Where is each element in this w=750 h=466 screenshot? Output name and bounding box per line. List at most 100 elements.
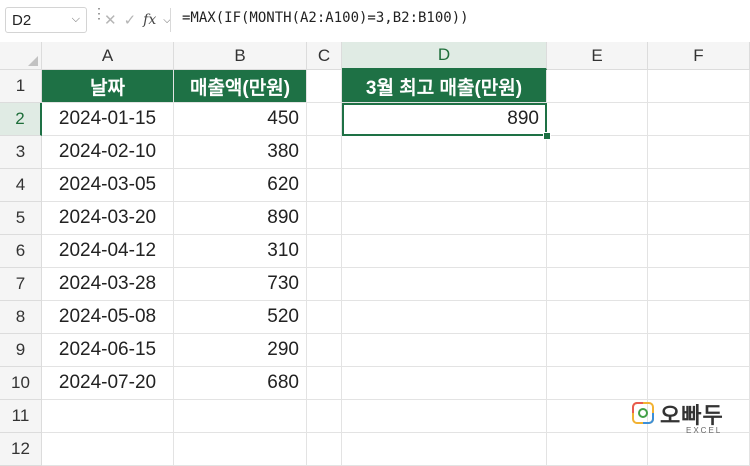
formula-input[interactable]: =MAX(IF(MONTH(A2:A100)=3,B2:B100)) xyxy=(182,10,469,26)
cell-a2[interactable]: 2024-01-15 xyxy=(42,103,174,136)
cell-b8[interactable]: 520 xyxy=(174,301,307,334)
cell-d7[interactable] xyxy=(342,268,547,301)
column-header-d[interactable]: D xyxy=(342,42,547,70)
cell-b2[interactable]: 450 xyxy=(174,103,307,136)
cell-e6[interactable] xyxy=(547,235,648,268)
cell-a7[interactable]: 2024-03-28 xyxy=(42,268,174,301)
cell-f1[interactable] xyxy=(648,70,750,103)
row-header-10[interactable]: 10 xyxy=(0,367,42,400)
row-header-8[interactable]: 8 xyxy=(0,301,42,334)
cell-b6[interactable]: 310 xyxy=(174,235,307,268)
cell-a8[interactable]: 2024-05-08 xyxy=(42,301,174,334)
cell-a1[interactable]: 날짜 xyxy=(42,70,174,103)
cell-a9[interactable]: 2024-06-15 xyxy=(42,334,174,367)
row-header-12[interactable]: 12 xyxy=(0,433,42,466)
cell-e10[interactable] xyxy=(547,367,648,400)
cell-a10[interactable]: 2024-07-20 xyxy=(42,367,174,400)
row-header-7[interactable]: 7 xyxy=(0,268,42,301)
column-header-e[interactable]: E xyxy=(547,42,648,70)
cell-d3[interactable] xyxy=(342,136,547,169)
cell-f5[interactable] xyxy=(648,202,750,235)
cell-d4[interactable] xyxy=(342,169,547,202)
name-box-value: D2 xyxy=(12,12,32,29)
cell-e9[interactable] xyxy=(547,334,648,367)
cell-e2[interactable] xyxy=(547,103,648,136)
logo-sub: EXCEL xyxy=(686,426,723,435)
cell-c8[interactable] xyxy=(307,301,342,334)
cell-c12[interactable] xyxy=(307,433,342,466)
cell-a4[interactable]: 2024-03-05 xyxy=(42,169,174,202)
row-header-6[interactable]: 6 xyxy=(0,235,42,268)
cell-f3[interactable] xyxy=(648,136,750,169)
cell-f10[interactable] xyxy=(648,367,750,400)
cell-d5[interactable] xyxy=(342,202,547,235)
cell-b5[interactable]: 890 xyxy=(174,202,307,235)
cell-e7[interactable] xyxy=(547,268,648,301)
formula-bar-area: D2 ⌵ ⋮ ✕ ✓ fx ⌵ =MAX(IF(MONTH(A2:A100)=3… xyxy=(0,0,750,40)
insert-function-icon[interactable]: fx xyxy=(143,12,156,28)
column-header-a[interactable]: A xyxy=(42,42,174,70)
cell-e8[interactable] xyxy=(547,301,648,334)
cell-a6[interactable]: 2024-04-12 xyxy=(42,235,174,268)
cell-c2[interactable] xyxy=(307,103,342,136)
cell-c11[interactable] xyxy=(307,400,342,433)
chevron-down-icon[interactable]: ⌵ xyxy=(72,13,80,26)
cell-b12[interactable] xyxy=(174,433,307,466)
row-header-5[interactable]: 5 xyxy=(0,202,42,235)
cell-c3[interactable] xyxy=(307,136,342,169)
cell-b11[interactable] xyxy=(174,400,307,433)
row-header-2[interactable]: 2 xyxy=(0,103,42,136)
cell-d11[interactable] xyxy=(342,400,547,433)
cell-c4[interactable] xyxy=(307,169,342,202)
cell-f4[interactable] xyxy=(648,169,750,202)
cell-c6[interactable] xyxy=(307,235,342,268)
cell-f7[interactable] xyxy=(648,268,750,301)
enter-icon[interactable]: ✓ xyxy=(124,11,137,29)
cell-d6[interactable] xyxy=(342,235,547,268)
cell-a3[interactable]: 2024-02-10 xyxy=(42,136,174,169)
fill-handle[interactable] xyxy=(543,132,551,140)
cell-b3[interactable]: 380 xyxy=(174,136,307,169)
divider xyxy=(170,8,171,32)
cell-c1[interactable] xyxy=(307,70,342,103)
cell-b10[interactable]: 680 xyxy=(174,367,307,400)
cell-d10[interactable] xyxy=(342,367,547,400)
cell-d12[interactable] xyxy=(342,433,547,466)
cell-d2[interactable]: 890 xyxy=(342,103,547,136)
cell-c10[interactable] xyxy=(307,367,342,400)
cell-b4[interactable]: 620 xyxy=(174,169,307,202)
row-header-9[interactable]: 9 xyxy=(0,334,42,367)
cell-e1[interactable] xyxy=(547,70,648,103)
row-header-11[interactable]: 11 xyxy=(0,400,42,433)
more-options-icon[interactable]: ⋮ xyxy=(92,6,106,20)
column-header-c[interactable]: C xyxy=(307,42,342,70)
cell-d9[interactable] xyxy=(342,334,547,367)
row-header-4[interactable]: 4 xyxy=(0,169,42,202)
column-header-f[interactable]: F xyxy=(648,42,750,70)
cell-b9[interactable]: 290 xyxy=(174,334,307,367)
cell-f9[interactable] xyxy=(648,334,750,367)
name-box[interactable]: D2 ⌵ xyxy=(5,7,87,33)
oppadu-logo: 오빠두 EXCEL xyxy=(632,398,742,438)
cell-f2[interactable] xyxy=(648,103,750,136)
cell-a5[interactable]: 2024-03-20 xyxy=(42,202,174,235)
row-header-1[interactable]: 1 xyxy=(0,70,42,103)
cell-e3[interactable] xyxy=(547,136,648,169)
cell-a11[interactable] xyxy=(42,400,174,433)
cell-d1[interactable]: 3월 최고 매출(만원) xyxy=(342,70,547,103)
cell-c9[interactable] xyxy=(307,334,342,367)
cell-f6[interactable] xyxy=(648,235,750,268)
cancel-icon[interactable]: ✕ xyxy=(104,11,117,29)
cell-d8[interactable] xyxy=(342,301,547,334)
select-all-button[interactable] xyxy=(0,42,42,70)
column-header-b[interactable]: B xyxy=(174,42,307,70)
cell-e5[interactable] xyxy=(547,202,648,235)
row-header-3[interactable]: 3 xyxy=(0,136,42,169)
cell-a12[interactable] xyxy=(42,433,174,466)
cell-e4[interactable] xyxy=(547,169,648,202)
cell-c5[interactable] xyxy=(307,202,342,235)
cell-b1[interactable]: 매출액(만원) xyxy=(174,70,307,103)
cell-b7[interactable]: 730 xyxy=(174,268,307,301)
cell-c7[interactable] xyxy=(307,268,342,301)
cell-f8[interactable] xyxy=(648,301,750,334)
